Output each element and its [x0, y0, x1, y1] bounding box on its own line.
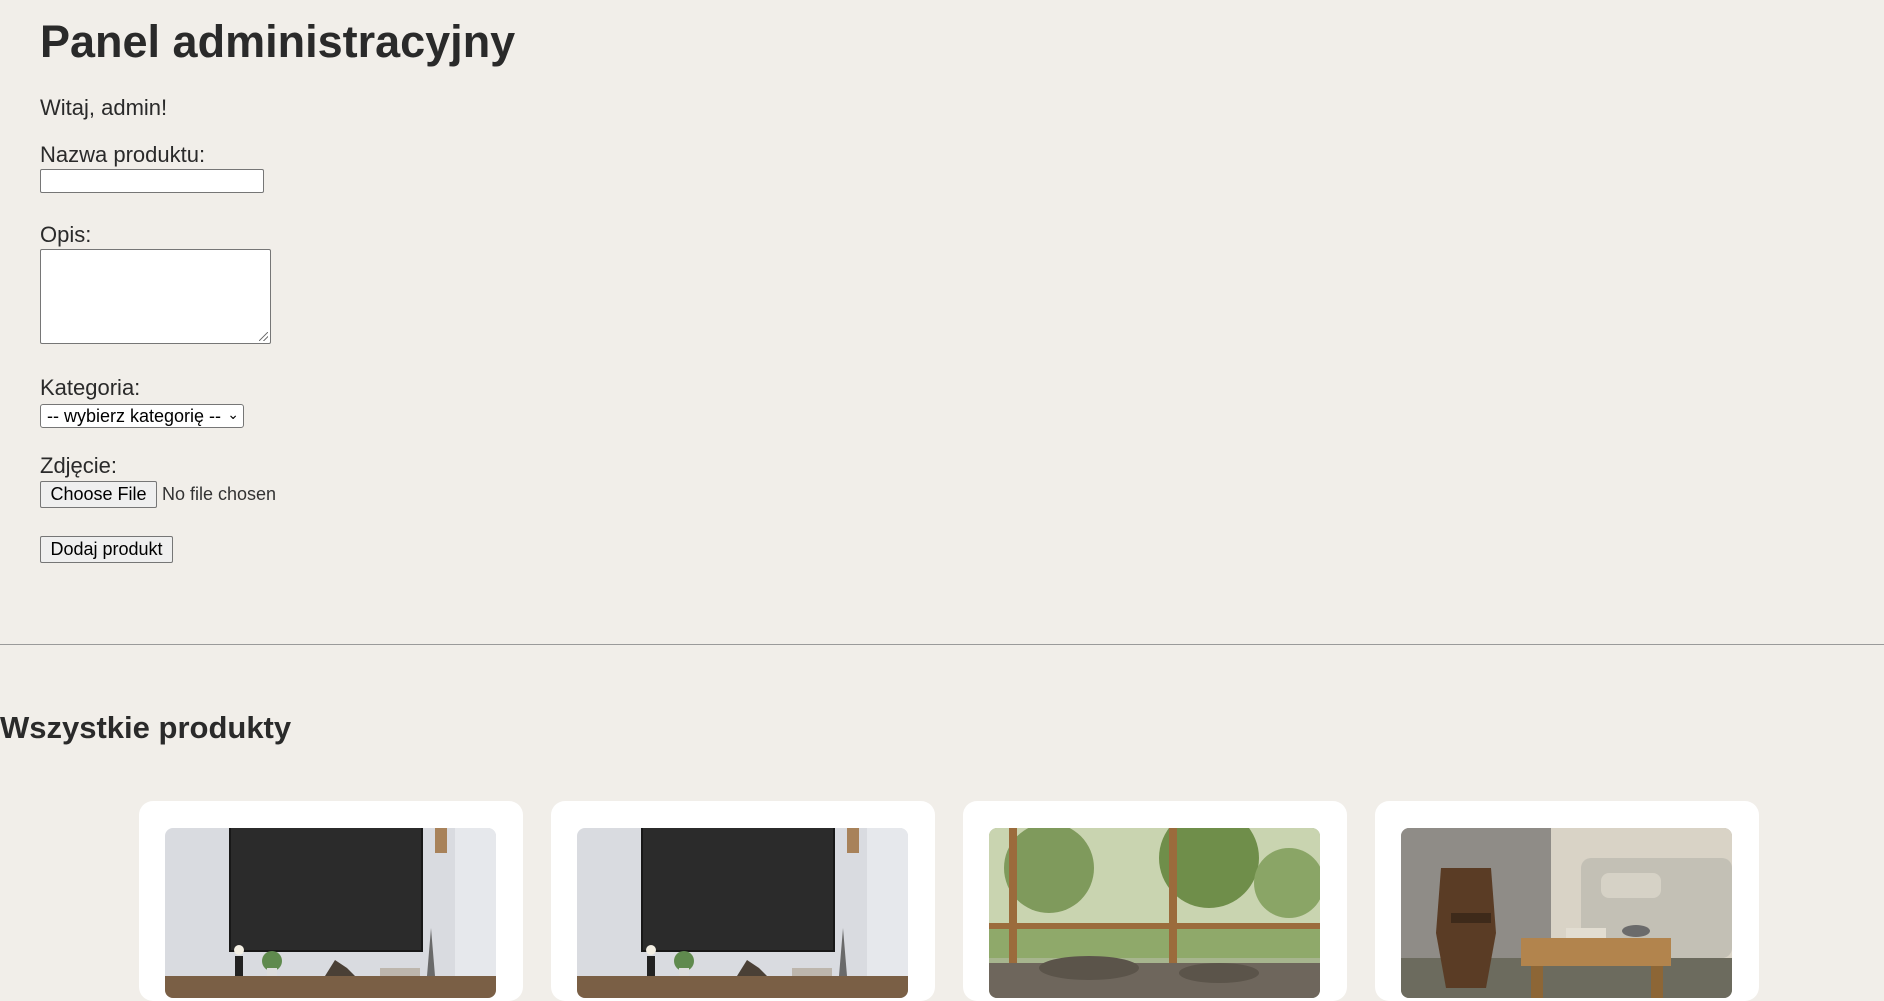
products-heading: Wszystkie produkty [0, 710, 292, 745]
add-product-button[interactable]: Dodaj produkt [40, 536, 173, 563]
description-textarea[interactable] [40, 249, 271, 344]
product-card[interactable] [1375, 801, 1759, 1001]
product-image [1401, 828, 1732, 998]
product-image [165, 828, 496, 998]
category-select[interactable]: -- wybierz kategorię -- ⌄ [40, 404, 244, 428]
choose-file-button[interactable]: Choose File [40, 481, 157, 508]
product-card[interactable] [963, 801, 1347, 1001]
image-label: Zdjęcie: [40, 453, 118, 478]
welcome-text: Witaj, admin! [40, 95, 168, 120]
product-card[interactable] [551, 801, 935, 1001]
product-image [989, 828, 1320, 998]
section-divider [0, 644, 1884, 645]
category-selected-value: -- wybierz kategorię -- [47, 406, 222, 426]
product-card[interactable] [139, 801, 523, 1001]
file-status-text: No file chosen [162, 484, 277, 504]
category-label: Kategoria: [40, 375, 141, 400]
description-label: Opis: [40, 222, 92, 247]
product-image [577, 828, 908, 998]
resize-grip-icon[interactable] [259, 332, 268, 341]
product-name-input[interactable] [40, 169, 264, 193]
chevron-down-icon: ⌄ [227, 406, 239, 422]
page-title: Panel administracyjny [40, 16, 516, 67]
product-name-label: Nazwa produktu: [40, 142, 206, 167]
